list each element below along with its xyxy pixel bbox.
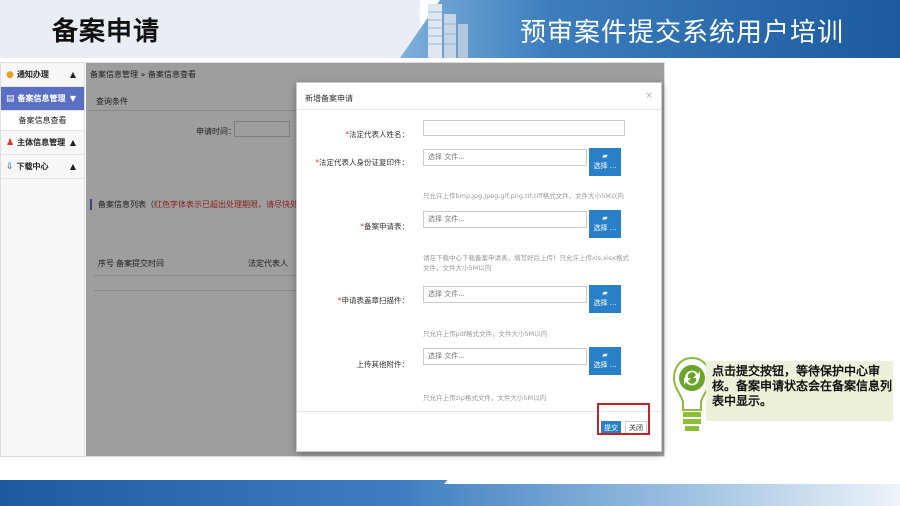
slide: 备案申请 预审案件提交系统用户培训 ● 通知办理 ▲ ▤ 备案信息管理 ▼ 备案… <box>0 0 900 506</box>
id-copy-label: *法定代表人身份证复印件： <box>315 158 409 167</box>
chevron-up-icon: ▲ <box>69 162 76 171</box>
chevron-up-icon: ▲ <box>69 70 76 79</box>
folder-icon: ▰ <box>602 214 608 222</box>
id-copy-file-input[interactable]: 选择 文件... <box>423 149 587 166</box>
slide-title: 备案申请 <box>52 17 161 47</box>
legal-rep-name-label: *法定代表人姓名： <box>345 130 409 139</box>
divider <box>297 109 661 110</box>
stamped-scan-file-input[interactable]: 选择 文件... <box>423 286 587 303</box>
slide-subtitle: 预审案件提交系统用户培训 <box>520 18 845 48</box>
application-form-hint: 请在下载中心下载备案申请表，填写好后上传！只允许上传xls,xlsx格式文件，文… <box>423 254 629 272</box>
sidebar: ● 通知办理 ▲ ▤ 备案信息管理 ▼ 备案信息查看 ♟ 主体信息管理 ▲ ⇩ … <box>1 63 85 456</box>
chevron-up-icon: ▲ <box>69 138 76 147</box>
callout-text: 点击提交按钮，等待保护中心审核。备案申请状态会在备案信息列表中显示。 <box>712 364 893 408</box>
user-icon: ♟ <box>6 137 15 148</box>
sidebar-item-label: 主体信息管理 <box>17 138 66 147</box>
chevron-down-icon: ▼ <box>69 94 76 103</box>
bell-icon: ● <box>6 69 14 80</box>
stamped-scan-hint: 只允许上传pdf格式文件，文件大小5M以内 <box>423 330 548 338</box>
other-attachment-browse-button[interactable]: ▰ 选择 ... <box>589 347 621 375</box>
building-image <box>428 4 468 58</box>
other-attachment-hint: 只允许上传zip格式文件，文件大小5M以内 <box>423 394 547 402</box>
application-form-browse-button[interactable]: ▰ 选择 ... <box>589 210 621 238</box>
sidebar-item-download[interactable]: ⇩ 下载中心 ▲ <box>1 155 84 179</box>
footer-band-cut <box>444 470 900 484</box>
other-attachment-file-input[interactable]: 选择 文件... <box>423 348 587 365</box>
other-attachment-label: 上传其他附件： <box>356 360 410 369</box>
id-copy-hint: 只允许上传bmp,jpg,jpeg,gif,png,tif,tiff格式文件，文… <box>423 192 624 200</box>
application-form-label: *备案申请表： <box>360 222 409 231</box>
submit-highlight-box <box>597 403 650 435</box>
stamped-scan-label: *申请表盖章扫描件： <box>337 296 409 305</box>
sidebar-item-entity[interactable]: ♟ 主体信息管理 ▲ <box>1 131 84 155</box>
id-copy-browse-button[interactable]: ▰ 选择 ... <box>589 148 621 176</box>
folder-icon: ▰ <box>602 152 608 160</box>
document-icon: ▤ <box>6 93 15 104</box>
sidebar-item-notice[interactable]: ● 通知办理 ▲ <box>1 63 84 87</box>
stamped-scan-browse-button[interactable]: ▰ 选择 ... <box>589 285 621 313</box>
folder-icon: ▰ <box>602 351 608 359</box>
sidebar-subitem-filing-view[interactable]: 备案信息查看 <box>1 111 84 131</box>
sidebar-item-label: 备案信息管理 <box>17 94 66 103</box>
folder-icon: ▰ <box>602 289 608 297</box>
legal-rep-name-input[interactable] <box>423 120 625 136</box>
download-icon: ⇩ <box>6 161 14 172</box>
sidebar-item-label: 通知办理 <box>16 70 49 79</box>
application-form-file-input[interactable]: 选择 文件... <box>423 211 587 228</box>
close-icon[interactable]: × <box>645 91 653 101</box>
sidebar-item-label: 下载中心 <box>16 162 49 171</box>
sidebar-item-filing[interactable]: ▤ 备案信息管理 ▼ <box>1 87 84 111</box>
dialog-title: 新增备案申请 <box>305 94 353 103</box>
add-filing-dialog: 新增备案申请 × *法定代表人姓名： *法定代表人身份证复印件： 选择 文件..… <box>296 82 662 452</box>
